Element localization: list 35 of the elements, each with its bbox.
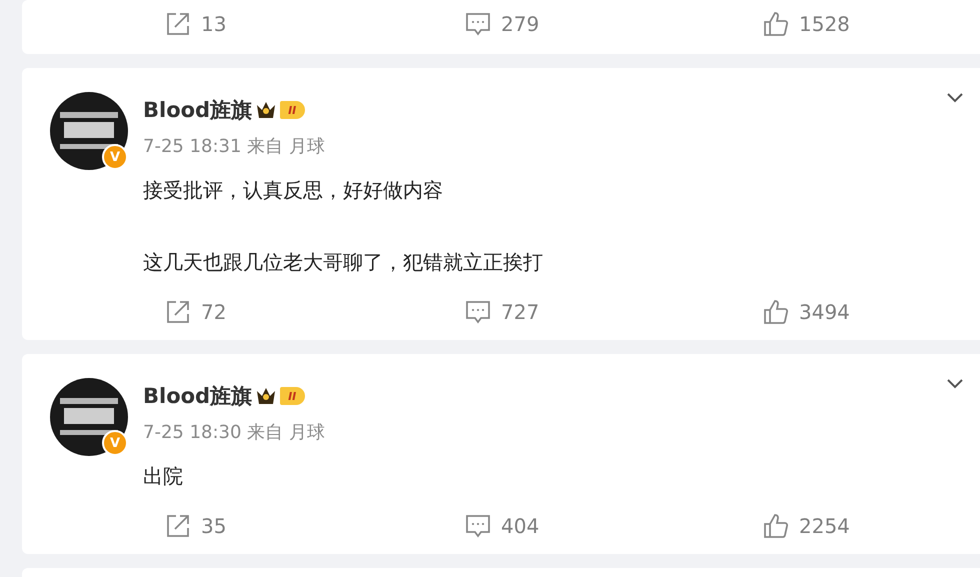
thumbs-up-icon bbox=[763, 513, 789, 539]
crown-icon bbox=[256, 387, 276, 405]
post-meta: 7-25 18:30 来自 月球 bbox=[143, 421, 325, 444]
post-text: 这几天也跟几位老大哥聊了，犯错就立正挨打 bbox=[143, 249, 544, 276]
comment-icon bbox=[465, 513, 491, 539]
share-icon bbox=[165, 299, 191, 325]
chevron-down-icon[interactable] bbox=[946, 378, 964, 390]
comment-icon bbox=[465, 299, 491, 325]
share-icon bbox=[165, 513, 191, 539]
like-button[interactable]: 3494 bbox=[763, 299, 850, 325]
like-button[interactable]: 2254 bbox=[763, 513, 850, 539]
avatar[interactable] bbox=[50, 378, 128, 456]
author-name[interactable]: Blood旌旗 bbox=[143, 96, 252, 124]
comment-button[interactable]: 727 bbox=[465, 299, 540, 325]
verified-badge: V bbox=[102, 430, 128, 456]
comment-button[interactable]: 279 bbox=[465, 11, 540, 37]
post-meta: 7-25 18:31 来自 月球 bbox=[143, 135, 325, 158]
thumbs-up-icon bbox=[763, 299, 789, 325]
comment-icon bbox=[465, 11, 491, 37]
level-badge: II bbox=[280, 101, 306, 119]
post-text: 接受批评，认真反思，好好做内容 bbox=[143, 177, 444, 204]
comment-button[interactable]: 404 bbox=[465, 513, 540, 539]
verified-badge: V bbox=[102, 144, 128, 170]
crown-icon bbox=[256, 101, 276, 119]
thumbs-up-icon bbox=[763, 11, 789, 37]
repost-button[interactable]: 35 bbox=[165, 513, 226, 539]
chevron-down-icon[interactable] bbox=[946, 92, 964, 104]
like-button[interactable]: 1528 bbox=[763, 11, 850, 37]
post-text: 出院 bbox=[143, 463, 184, 490]
level-badge: II bbox=[280, 387, 306, 405]
repost-button[interactable]: 13 bbox=[165, 11, 226, 37]
author-name[interactable]: Blood旌旗 bbox=[143, 382, 252, 410]
share-icon bbox=[165, 11, 191, 37]
repost-button[interactable]: 72 bbox=[165, 299, 226, 325]
avatar[interactable] bbox=[50, 92, 128, 170]
